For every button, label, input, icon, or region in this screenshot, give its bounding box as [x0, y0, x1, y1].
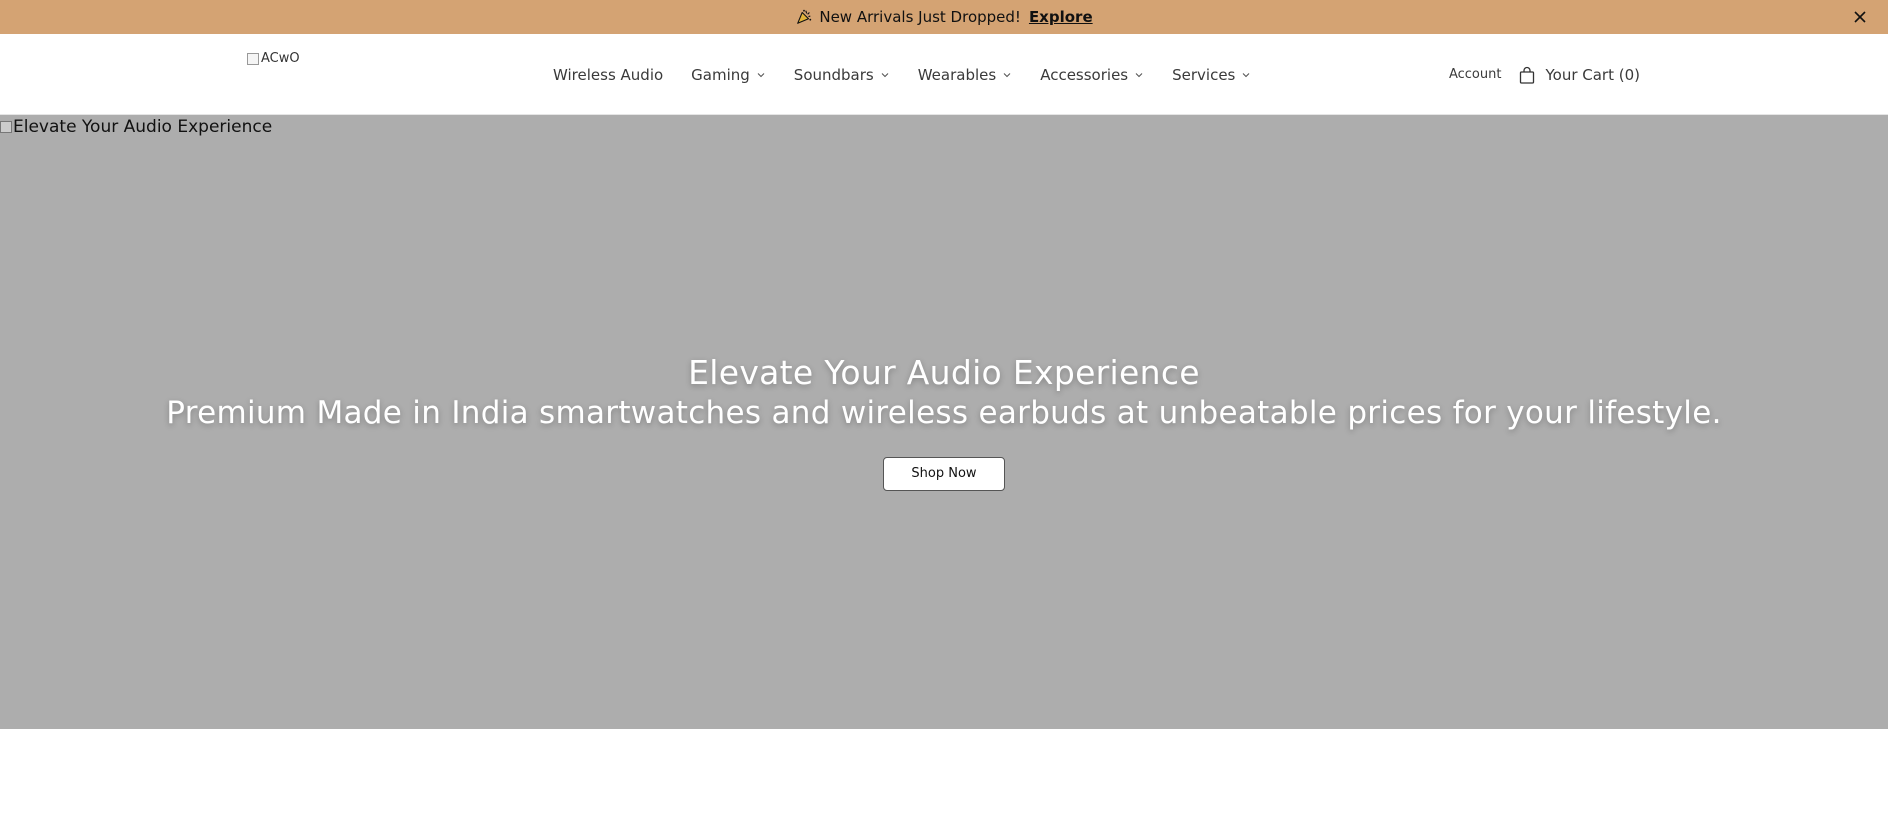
- chevron-down-icon: [757, 72, 765, 77]
- hero-image-alt: Elevate Your Audio Experience: [0, 117, 272, 137]
- close-icon[interactable]: [1850, 7, 1870, 27]
- broken-image-icon: [247, 52, 259, 65]
- explore-link[interactable]: Explore: [1029, 8, 1093, 26]
- nav-item-label: Services: [1172, 65, 1236, 84]
- logo-alt-text: ACwO: [261, 51, 300, 66]
- broken-image-icon: [0, 121, 12, 133]
- main-nav: Wireless Audio Gaming Soundbars Wearable…: [553, 34, 1279, 115]
- chevron-down-icon: [1003, 72, 1011, 77]
- shop-now-button[interactable]: Shop Now: [883, 457, 1005, 491]
- hero-banner: Elevate Your Audio Experience Elevate Yo…: [0, 115, 1888, 729]
- nav-item-label: Accessories: [1040, 65, 1129, 84]
- announcement-text: New Arrivals Just Dropped!: [819, 8, 1021, 26]
- cart-button[interactable]: Your Cart (0): [1519, 66, 1640, 84]
- chevron-down-icon: [1135, 72, 1143, 77]
- nav-item-wireless-audio[interactable]: Wireless Audio: [553, 66, 663, 84]
- hero-title: Elevate Your Audio Experience: [688, 353, 1200, 392]
- nav-item-wearables[interactable]: Wearables: [918, 66, 1012, 84]
- announcement-bar: New Arrivals Just Dropped! Explore: [0, 0, 1888, 34]
- nav-item-services[interactable]: Services: [1172, 66, 1251, 84]
- party-popper-icon: [797, 9, 812, 24]
- account-link[interactable]: Account: [1449, 67, 1502, 82]
- cart-label: Your Cart (0): [1545, 65, 1640, 84]
- nav-item-label: Wearables: [917, 65, 997, 84]
- nav-item-label: Wireless Audio: [553, 65, 664, 84]
- nav-item-label: Gaming: [691, 65, 750, 84]
- chevron-down-icon: [1242, 72, 1250, 77]
- header-actions: Account Your Cart (0): [1449, 34, 1640, 115]
- shopping-bag-icon: [1520, 66, 1535, 84]
- logo[interactable]: ACwO: [247, 51, 300, 66]
- hero-image-alt-text: Elevate Your Audio Experience: [13, 117, 273, 137]
- site-header: ACwO Wireless Audio Gaming Soundbars Wea…: [0, 34, 1888, 115]
- nav-item-accessories[interactable]: Accessories: [1040, 66, 1144, 84]
- hero-content: Elevate Your Audio Experience Premium Ma…: [0, 353, 1888, 491]
- nav-item-soundbars[interactable]: Soundbars: [794, 66, 890, 84]
- hero-subtitle: Premium Made in India smartwatches and w…: [166, 395, 1722, 431]
- chevron-down-icon: [881, 72, 889, 77]
- nav-item-label: Soundbars: [793, 65, 874, 84]
- nav-item-gaming[interactable]: Gaming: [691, 66, 766, 84]
